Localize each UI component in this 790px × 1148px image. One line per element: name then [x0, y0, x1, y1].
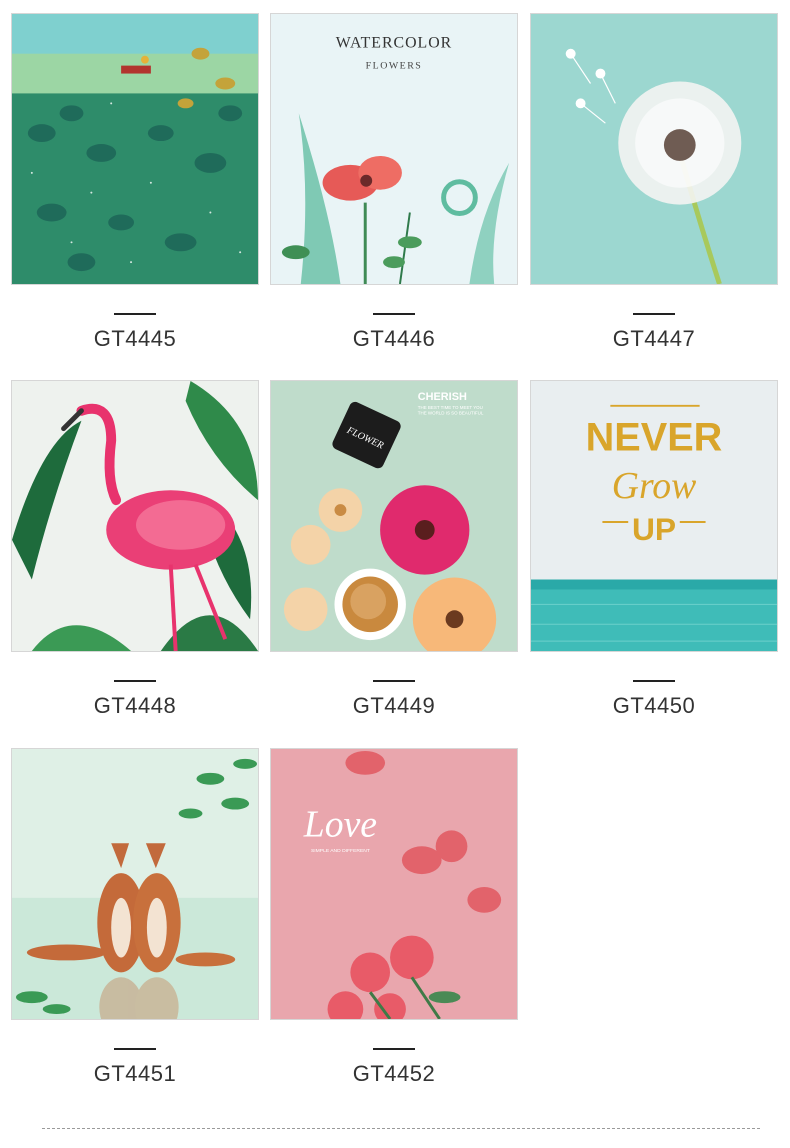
- art-title: CHERISH: [418, 391, 467, 403]
- divider: [114, 680, 156, 682]
- divider: [633, 680, 675, 682]
- product-code: GT4448: [93, 693, 177, 718]
- art-line-2: Grow: [612, 465, 696, 507]
- divider: [373, 1048, 415, 1050]
- product-image-leaves[interactable]: [11, 13, 259, 285]
- product-code: GT4449: [352, 693, 436, 718]
- product-image-dandelion[interactable]: [530, 13, 778, 285]
- footer-divider: [42, 1128, 760, 1129]
- product-code: GT4450: [612, 693, 696, 718]
- product-code: GT4445: [93, 326, 177, 351]
- art-line-1: THE BEST TIME TO MEET YOU: [418, 405, 483, 410]
- art-line-2: THE WORLD IS SO BEAUTIFUL: [418, 411, 484, 416]
- art-title: Love: [303, 803, 377, 845]
- divider: [633, 313, 675, 315]
- divider: [114, 313, 156, 315]
- divider: [114, 1048, 156, 1050]
- product-code: GT4451: [93, 1061, 177, 1086]
- product-image-never-grow-up[interactable]: NEVER Grow UP: [530, 380, 778, 652]
- divider: [373, 680, 415, 682]
- art-line-1: NEVER: [586, 415, 723, 459]
- product-code: GT4452: [352, 1061, 436, 1086]
- product-image-watercolor-flowers[interactable]: WATERCOLOR FLOWERS: [270, 13, 518, 285]
- divider: [373, 313, 415, 315]
- product-image-foxes[interactable]: [11, 748, 259, 1020]
- art-title: WATERCOLOR: [336, 35, 452, 52]
- art-line-3: UP: [632, 511, 676, 547]
- product-image-love-roses[interactable]: Love SIMPLE AND DIFFERENT: [270, 748, 518, 1020]
- product-image-flamingo[interactable]: [11, 380, 259, 652]
- product-code: GT4447: [612, 326, 696, 351]
- product-image-coffee-flowers[interactable]: CHERISH THE BEST TIME TO MEET YOU THE WO…: [270, 380, 518, 652]
- art-subtitle: FLOWERS: [366, 61, 423, 72]
- product-code: GT4446: [352, 326, 436, 351]
- art-subtitle: SIMPLE AND DIFFERENT: [311, 848, 370, 854]
